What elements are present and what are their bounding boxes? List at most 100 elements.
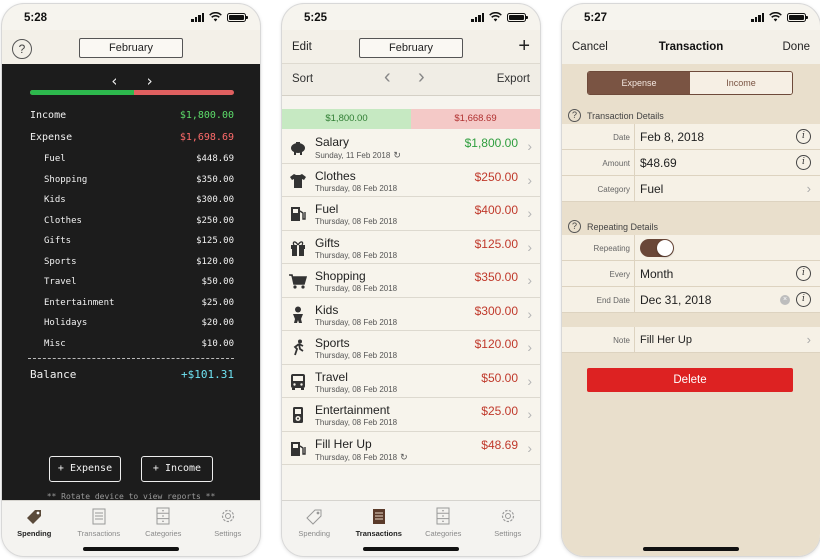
section-title: Transaction Details [587,111,664,121]
date-field[interactable]: Date Feb 8, 2018 i [562,124,820,150]
transaction-date: Sunday, 11 Feb 2018 [315,151,391,160]
tab-label: Settings [214,529,242,538]
info-icon[interactable]: i [796,129,811,144]
amount-field[interactable]: Amount $48.69 i [562,150,820,176]
category-row[interactable]: Gifts $125.00 [44,236,234,246]
prev-month-chevron-icon[interactable]: ‹ [110,72,119,90]
transaction-name: Sports [315,336,350,350]
tab-spending[interactable]: Spending [282,501,347,556]
next-month-arrow-icon[interactable]: › [418,66,425,89]
sort-bar: Sort ‹ › Export [282,64,540,96]
status-time: 5:28 [24,12,48,24]
note-field[interactable]: Note Fill Her Up › [562,327,820,353]
transaction-date: Thursday, 08 Feb 2018 [315,250,398,260]
category-row[interactable]: Kids $300.00 [44,195,234,205]
category-row[interactable]: Sports $120.00 [44,257,234,267]
done-button[interactable]: Done [783,41,811,53]
category-field[interactable]: Category Fuel › [562,176,820,202]
chalkboard-summary: ‹ › Income $1,800.00 Expense $1,698.69 F… [2,64,260,501]
transaction-row[interactable]: Gifts Thursday, 08 Feb 2018 $125.00 › [282,230,540,264]
transaction-amount: $120.00 [474,337,518,351]
category-value: $300.00 [196,195,234,205]
next-month-chevron-icon[interactable]: › [145,72,154,90]
chevron-right-icon: › [527,238,532,255]
delete-button[interactable]: Delete [587,368,793,392]
transaction-row[interactable]: Entertainment Thursday, 08 Feb 2018 $25.… [282,398,540,432]
category-name: Misc [44,339,66,349]
battery-icon [227,12,248,22]
category-row[interactable]: Clothes $250.00 [44,216,234,226]
tab-spending[interactable]: Spending [2,501,67,556]
transaction-row[interactable]: Clothes Thursday, 08 Feb 2018 $250.00 › [282,163,540,197]
category-row[interactable]: Shopping $350.00 [44,175,234,185]
add-expense-button[interactable]: + Expense [49,456,121,482]
drawers-icon [156,507,170,525]
category-value: $120.00 [196,257,234,267]
add-income-button[interactable]: + Income [141,456,213,482]
transaction-amount: $350.00 [474,270,518,284]
info-icon[interactable]: i [796,266,811,281]
info-icon[interactable]: i [796,155,811,170]
transaction-row[interactable]: Fuel Thursday, 08 Feb 2018 $400.00 › [282,197,540,231]
section-header-transaction-details: ? Transaction Details [562,107,820,125]
balance-row: Balance +$101.31 [30,368,234,381]
sort-button[interactable]: Sort [292,73,313,85]
ipod-icon [293,407,303,423]
clear-icon[interactable]: × [780,295,790,305]
transaction-amount: $50.00 [481,370,518,385]
tab-label: Transactions [77,529,121,538]
repeating-toggle[interactable] [640,239,674,257]
category-row[interactable]: Misc $10.00 [44,339,234,349]
segment-income[interactable]: Income [690,72,792,94]
shopping-cart-icon [289,274,308,289]
transaction-date: Thursday, 08 Feb 2018 [315,351,398,360]
section-header-repeating-details: ? Repeating Details [562,218,820,236]
tab-settings[interactable]: Settings [196,501,261,556]
expense-label: Expense [30,132,73,143]
tab-label: Transactions [355,529,402,538]
category-row[interactable]: Fuel $448.69 [44,154,234,164]
transaction-list: Salary Sunday, 11 Feb 2018 ↻ $1,800.00 › … [282,130,540,465]
field-label: Category [597,185,630,194]
tab-settings[interactable]: Settings [476,501,541,556]
transaction-row[interactable]: Travel Thursday, 08 Feb 2018 $50.00 › [282,364,540,398]
field-label: Every [609,270,630,279]
transaction-amount: $1,800.00 [464,136,518,150]
transaction-detail-screen: 5:27 Cancel Transaction Done Expense Inc… [562,4,820,556]
transaction-row[interactable]: Shopping Thursday, 08 Feb 2018 $350.00 › [282,264,540,298]
month-selector[interactable]: February [79,38,183,58]
spending-screen: 5:28 ? February ‹ › Income $1,800.00 Exp… [2,4,260,556]
help-icon[interactable]: ? [568,220,581,233]
status-bar: 5:25 [282,4,540,30]
chevron-right-icon: › [527,272,532,288]
transaction-date: Thursday, 08 Feb 2018 [315,418,398,427]
end-date-field[interactable]: End Date Dec 31, 2018 × i [562,287,820,313]
transaction-row[interactable]: Salary Sunday, 11 Feb 2018 ↻ $1,800.00 › [282,130,540,164]
transaction-amount: $250.00 [474,169,518,184]
income-label: Income [30,110,67,121]
home-indicator [83,547,179,551]
month-selector[interactable]: February [359,38,463,58]
add-transaction-button[interactable]: + [518,35,530,58]
category-row[interactable]: Entertainment $25.00 [44,298,234,308]
segment-expense[interactable]: Expense [588,72,690,94]
transaction-row[interactable]: Sports Thursday, 08 Feb 2018 $120.00 › [282,331,540,365]
type-segmented-control: Expense Income [587,71,793,95]
category-value: $250.00 [196,216,234,226]
transaction-date: Thursday, 08 Feb 2018 [315,183,398,193]
category-row[interactable]: Holidays $20.00 [44,318,234,328]
date-value: Feb 8, 2018 [640,130,705,144]
transaction-row[interactable]: Fill Her Up Thursday, 08 Feb 2018 ↻ $48.6… [282,431,540,465]
edit-button[interactable]: Edit [292,41,312,53]
category-name: Travel [44,277,77,287]
transaction-row[interactable]: Kids Thursday, 08 Feb 2018 $300.00 › [282,297,540,331]
info-icon[interactable]: i [796,292,811,307]
help-icon[interactable]: ? [12,39,32,59]
category-row[interactable]: Travel $50.00 [44,277,234,287]
export-button[interactable]: Export [497,73,530,85]
transaction-amount: $48.69 [481,437,518,452]
prev-month-arrow-icon[interactable]: ‹ [384,66,391,89]
help-icon[interactable]: ? [568,109,581,122]
every-field[interactable]: Every Month i [562,261,820,287]
transaction-name: Clothes [315,168,356,183]
